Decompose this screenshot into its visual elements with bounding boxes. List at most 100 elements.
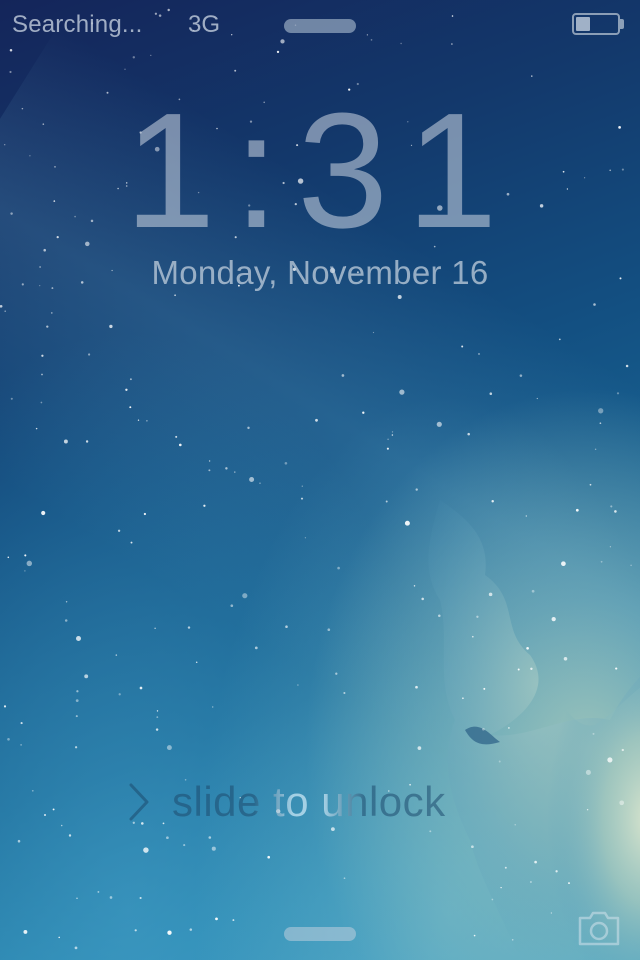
star: [132, 56, 136, 59]
star: [625, 364, 629, 368]
star: [555, 870, 558, 873]
star: [60, 824, 63, 827]
star: [385, 500, 388, 503]
slide-to-unlock[interactable]: slide to unlock: [120, 772, 520, 832]
star: [26, 560, 33, 567]
lock-screen: Searching... 3G 1:31 Monday, November 16…: [0, 0, 640, 960]
star: [9, 48, 13, 52]
star: [230, 604, 234, 608]
star: [575, 508, 579, 512]
star: [44, 814, 46, 816]
star: [189, 928, 193, 931]
star: [301, 485, 303, 487]
star: [247, 426, 250, 430]
star: [146, 419, 148, 422]
star: [155, 728, 159, 731]
star: [143, 512, 147, 516]
star: [417, 746, 422, 750]
star: [234, 69, 237, 72]
star: [76, 690, 79, 693]
star: [500, 886, 502, 889]
star: [438, 614, 441, 617]
star: [85, 440, 89, 443]
star: [74, 746, 78, 749]
star: [74, 946, 78, 950]
star: [593, 303, 596, 306]
clock-date: Monday, November 16: [151, 254, 489, 291]
star: [536, 397, 538, 400]
star: [610, 505, 613, 508]
star: [482, 727, 485, 731]
star: [208, 469, 211, 472]
star: [473, 934, 476, 937]
star: [300, 497, 304, 500]
star: [125, 388, 128, 391]
star: [254, 646, 258, 650]
camera-icon[interactable]: [576, 908, 622, 948]
star: [621, 748, 624, 752]
star: [84, 674, 89, 679]
star: [24, 570, 26, 572]
star: [585, 769, 591, 775]
star: [208, 460, 211, 462]
star: [20, 744, 22, 746]
star: [35, 427, 38, 430]
notification-center-grabber[interactable]: [284, 19, 356, 33]
star: [58, 936, 60, 939]
star: [386, 447, 389, 450]
star: [118, 693, 121, 696]
star: [203, 504, 206, 507]
star: [531, 75, 533, 77]
chevron-right-icon: [129, 783, 149, 821]
star: [478, 353, 480, 355]
star: [7, 737, 10, 741]
star: [561, 561, 566, 567]
star: [124, 68, 126, 70]
star: [461, 345, 464, 348]
star: [65, 601, 68, 603]
control-center-grabber[interactable]: [284, 927, 356, 941]
star: [498, 760, 501, 763]
star: [462, 697, 464, 700]
star: [75, 699, 79, 702]
star: [115, 654, 118, 656]
star: [563, 657, 568, 661]
star: [341, 374, 345, 377]
battery-nub: [620, 19, 624, 29]
star: [174, 294, 176, 297]
star: [284, 461, 288, 465]
star: [129, 378, 132, 381]
star: [304, 537, 307, 539]
star: [531, 589, 535, 593]
star: [526, 646, 529, 650]
star: [436, 421, 442, 427]
star: [211, 706, 214, 708]
star: [517, 668, 520, 671]
star: [4, 310, 6, 312]
star: [607, 757, 613, 763]
star: [558, 338, 561, 341]
star: [31, 789, 34, 792]
star: [3, 705, 7, 708]
star: [234, 471, 236, 473]
star: [139, 686, 143, 690]
star: [75, 715, 78, 718]
star: [491, 499, 494, 503]
star: [150, 54, 152, 57]
star: [507, 726, 510, 729]
star: [598, 408, 604, 414]
star: [175, 435, 178, 438]
star: [134, 929, 137, 932]
star: [421, 597, 424, 601]
star: [41, 373, 43, 376]
star: [97, 890, 100, 893]
star: [215, 917, 218, 921]
star: [17, 839, 21, 843]
star: [404, 520, 410, 526]
star: [529, 880, 532, 884]
star: [242, 593, 248, 599]
star: [109, 896, 113, 899]
star: [143, 847, 149, 853]
star: [41, 510, 46, 516]
star: [519, 374, 523, 377]
